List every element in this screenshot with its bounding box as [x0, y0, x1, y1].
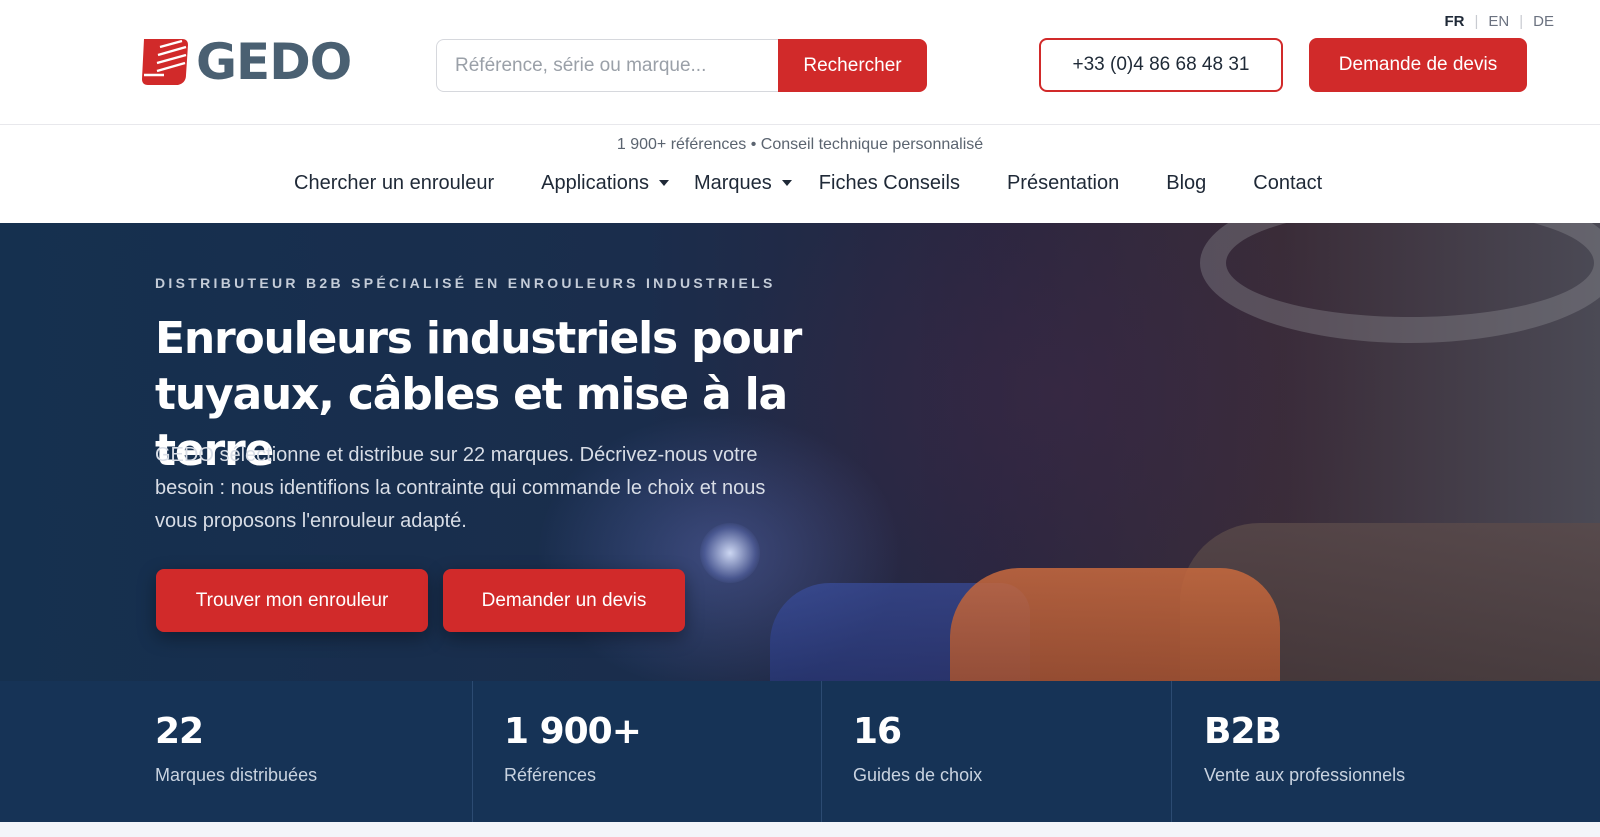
hero-title-line-1: Enrouleurs industriels pour: [155, 313, 802, 364]
main-nav: Chercher un enrouleur Applications Marqu…: [294, 167, 1322, 199]
stat-item: 1 900+ Références: [473, 681, 822, 822]
lang-de[interactable]: DE: [1523, 13, 1564, 30]
nav-item-chercher[interactable]: Chercher un enrouleur: [294, 172, 494, 195]
nav-item-label: Contact: [1253, 171, 1323, 194]
lang-en[interactable]: EN: [1478, 13, 1519, 30]
nav-item-label: Présentation: [1006, 171, 1120, 194]
stat-value: 1 900+: [504, 711, 642, 752]
request-quote-button[interactable]: Demander un devis: [443, 569, 685, 632]
stat-item: 16 Guides de choix: [822, 681, 1172, 822]
stat-label: Guides de choix: [853, 765, 983, 785]
lang-fr[interactable]: FR: [1435, 13, 1475, 30]
page-bottom-strip: [0, 822, 1600, 837]
hero-description: GEDO sélectionne et distribue sur 22 mar…: [155, 444, 766, 532]
nav-item-label: Applications: [541, 171, 649, 194]
nav-tagline: 1 900+ références • Conseil technique pe…: [616, 136, 984, 153]
search-bar: Rechercher: [436, 39, 927, 92]
quote-request-button[interactable]: Demande de devis: [1309, 38, 1527, 92]
nav-item-presentation[interactable]: Présentation: [1007, 172, 1119, 195]
nav-item-applications[interactable]: Applications: [541, 172, 669, 195]
hero-background-machine: [1200, 223, 1600, 343]
hero-section: DISTRIBUTEUR B2B SPÉCIALISÉ EN ENROULEUR…: [0, 223, 1600, 681]
nav-item-fiches-conseils[interactable]: Fiches Conseils: [819, 172, 960, 195]
stat-value: 22: [155, 711, 204, 752]
site-header: GEDO Rechercher +33 (0)4 86 68 48 31 Dem…: [0, 0, 1600, 125]
stat-label: Marques distribuées: [155, 765, 318, 785]
nav-item-marques[interactable]: Marques: [694, 172, 792, 195]
nav-item-blog[interactable]: Blog: [1166, 172, 1206, 195]
logo-mark-icon: [142, 39, 188, 85]
logo-text: GEDO: [196, 33, 352, 91]
nav-item-label: Marques: [693, 171, 772, 194]
stat-label: Références: [504, 765, 597, 785]
nav-item-label: Fiches Conseils: [818, 171, 960, 194]
stat-label: Vente aux professionnels: [1204, 765, 1406, 785]
search-input[interactable]: [436, 39, 778, 92]
chevron-down-icon: [781, 180, 792, 186]
stat-item: B2B Vente aux professionnels: [1172, 681, 1600, 822]
stat-value: B2B: [1204, 711, 1282, 752]
language-switcher: FR | EN | DE: [1435, 13, 1565, 30]
find-reel-button[interactable]: Trouver mon enrouleur: [156, 569, 428, 632]
nav-item-label: Chercher un enrouleur: [294, 171, 495, 194]
stat-item: 22 Marques distribuées: [0, 681, 473, 822]
nav-item-contact[interactable]: Contact: [1253, 172, 1322, 195]
stats-bar: 22 Marques distribuées 1 900+ Références…: [0, 681, 1600, 822]
nav-item-label: Blog: [1166, 171, 1207, 194]
phone-button[interactable]: +33 (0)4 86 68 48 31: [1039, 38, 1283, 92]
hero-background-glove: [950, 568, 1280, 681]
stat-value: 16: [853, 711, 902, 752]
logo[interactable]: GEDO: [138, 33, 352, 91]
search-button[interactable]: Rechercher: [778, 39, 927, 92]
chevron-down-icon: [658, 180, 669, 186]
hero-kicker: DISTRIBUTEUR B2B SPÉCIALISÉ EN ENROULEUR…: [155, 275, 776, 291]
nav-area: 1 900+ références • Conseil technique pe…: [0, 125, 1600, 223]
